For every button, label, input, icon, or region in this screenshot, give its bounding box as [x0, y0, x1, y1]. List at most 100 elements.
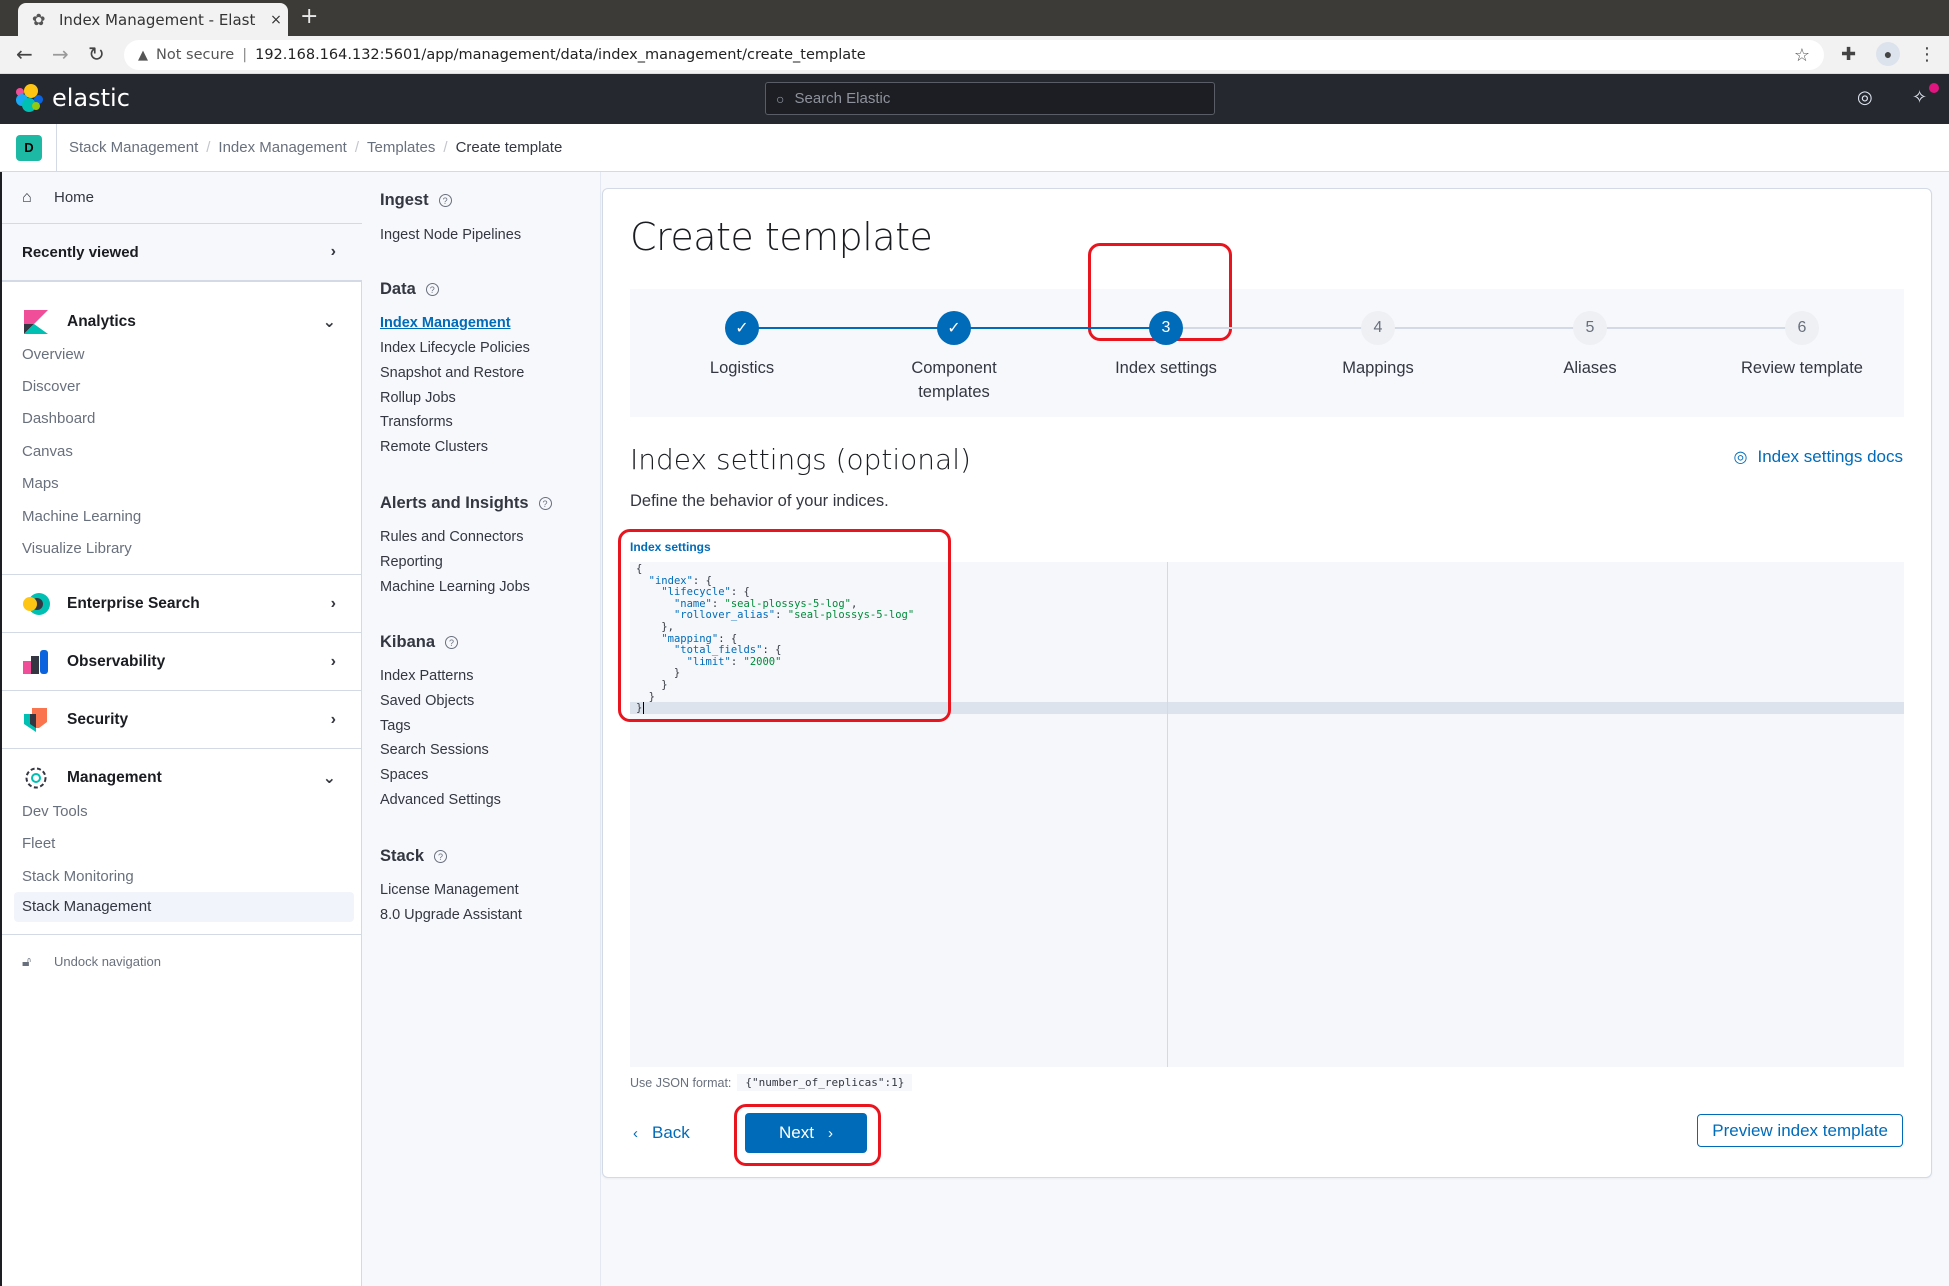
section-title: Alerts and Insights: [380, 494, 529, 512]
extensions-puzzle-icon[interactable]: ✚: [1841, 44, 1856, 65]
elastic-logo[interactable]: elastic: [16, 84, 130, 112]
management-nav-item-advanced-settings[interactable]: Advanced Settings: [380, 792, 501, 808]
breadcrumb-create-template: Create template: [455, 139, 563, 156]
nav-group-observability[interactable]: Observability ›: [2, 633, 362, 690]
nav-group-enterprise-search[interactable]: Enterprise Search ›: [2, 575, 362, 632]
management-nav-item-upgrade-assistant[interactable]: 8.0 Upgrade Assistant: [380, 907, 522, 923]
help-icon[interactable]: ?: [445, 636, 459, 649]
back-arrow-icon[interactable]: ←: [16, 42, 33, 66]
breadcrumb-templates[interactable]: Templates: [367, 139, 435, 156]
nav-item-discover[interactable]: Discover: [22, 378, 80, 395]
nav-observability-label: Observability: [67, 652, 166, 670]
browser-tab[interactable]: ✿ Index Management - Elast ×: [18, 3, 288, 36]
nav-item-visualize-library[interactable]: Visualize Library: [22, 540, 132, 557]
management-nav-item-snapshot-and-restore[interactable]: Snapshot and Restore: [380, 365, 524, 381]
nav-item-maps[interactable]: Maps: [22, 475, 59, 492]
nav-item-overview[interactable]: Overview: [22, 346, 85, 363]
index-settings-docs-link[interactable]: ◎ Index settings docs: [1734, 447, 1904, 467]
step-aliases[interactable]: 5 Aliases: [1490, 311, 1690, 380]
management-nav-item-rules-and-connectors[interactable]: Rules and Connectors: [380, 529, 523, 545]
step-connector: [742, 327, 954, 329]
nav-item-machine-learning[interactable]: Machine Learning: [22, 508, 141, 525]
preview-index-template-button[interactable]: Preview index template: [1697, 1114, 1903, 1147]
nav-item-dashboard[interactable]: Dashboard: [22, 410, 95, 427]
nav-group-analytics[interactable]: Analytics ⌄: [2, 294, 362, 350]
management-nav-item-remote-clusters[interactable]: Remote Clusters: [380, 439, 488, 455]
nav-home[interactable]: ⌂ Home: [2, 172, 362, 224]
help-icon[interactable]: ?: [438, 194, 452, 207]
management-nav-item-transforms[interactable]: Transforms: [380, 414, 453, 430]
nav-group-security[interactable]: Security ›: [2, 691, 362, 748]
breadcrumb-index-management[interactable]: Index Management: [218, 139, 346, 156]
security-shield-icon: [22, 706, 50, 734]
nav-group-management[interactable]: Management ⌄: [2, 749, 362, 806]
management-nav-item-rollup-jobs[interactable]: Rollup Jobs: [380, 390, 456, 406]
bookmark-star-icon[interactable]: ☆: [1794, 45, 1810, 66]
step-review-template[interactable]: 6 Review template: [1702, 311, 1902, 380]
kibana-favicon-icon: ✿: [32, 9, 46, 29]
management-nav-item-tags[interactable]: Tags: [380, 718, 411, 734]
nav-item-canvas[interactable]: Canvas: [22, 443, 73, 460]
help-icon[interactable]: ?: [434, 850, 448, 863]
section-title: Stack: [380, 847, 425, 865]
nav-item-dev-tools[interactable]: Dev Tools: [22, 803, 88, 820]
help-icon[interactable]: ?: [538, 497, 552, 510]
back-button[interactable]: ‹ Back: [633, 1113, 690, 1153]
search-input[interactable]: [794, 90, 1195, 107]
url-bar[interactable]: ▲ Not secure | 192.168.164.132:5601/app/…: [124, 40, 1824, 70]
editor-label: Index settings: [630, 540, 711, 554]
index-settings-code-editor[interactable]: { "index": { "lifecycle": { "name": "sea…: [630, 562, 1904, 1067]
new-tab-button[interactable]: +: [300, 4, 318, 29]
management-nav-item-index-lifecycle-policies[interactable]: Index Lifecycle Policies: [380, 340, 530, 356]
global-search[interactable]: ○: [765, 82, 1215, 115]
help-lifebuoy-icon[interactable]: ◎: [1857, 87, 1873, 108]
undock-navigation-button[interactable]: 🔓︎ Undock navigation: [22, 953, 161, 970]
management-gear-icon: [22, 764, 50, 792]
forward-arrow-icon[interactable]: →: [52, 42, 69, 66]
management-nav-item-ingest-node-pipelines[interactable]: Ingest Node Pipelines: [380, 227, 521, 243]
reload-icon[interactable]: ↻: [88, 42, 105, 66]
step-mappings[interactable]: 4 Mappings: [1278, 311, 1478, 380]
step-component-templates[interactable]: ✓ Component templates: [854, 311, 1054, 404]
editor-content[interactable]: { "index": { "lifecycle": { "name": "sea…: [636, 563, 914, 715]
close-tab-icon[interactable]: ×: [264, 12, 288, 28]
page-title: Create template: [630, 215, 933, 259]
next-button[interactable]: Next ›: [745, 1113, 867, 1153]
next-button-label: Next: [779, 1123, 814, 1142]
management-nav-item-index-management[interactable]: Index Management: [380, 315, 511, 331]
nav-management-label: Management: [67, 768, 162, 786]
nav-item-fleet[interactable]: Fleet: [22, 835, 55, 852]
management-nav-item-saved-objects[interactable]: Saved Objects: [380, 693, 474, 709]
section-description: Define the behavior of your indices.: [630, 492, 889, 510]
management-nav-item-machine-learning-jobs[interactable]: Machine Learning Jobs: [380, 579, 530, 595]
news-feed-icon[interactable]: ✧: [1912, 87, 1927, 108]
browser-tab-title: Index Management - Elast: [59, 10, 256, 29]
create-template-panel: Create template ✓ Logistics ✓ Component …: [602, 188, 1932, 1178]
step-logistics[interactable]: ✓ Logistics: [642, 311, 842, 380]
kibana-analytics-icon: [22, 308, 50, 336]
step-label: Logistics: [709, 359, 775, 377]
step-index-settings[interactable]: 3 Index settings: [1066, 311, 1266, 380]
url-text[interactable]: 192.168.164.132:5601/app/management/data…: [255, 47, 866, 63]
management-nav-item-spaces[interactable]: Spaces: [380, 767, 428, 783]
help-icon[interactable]: ?: [425, 283, 439, 296]
nav-recently-viewed-label: Recently viewed: [22, 243, 139, 261]
management-nav-item-reporting[interactable]: Reporting: [380, 554, 443, 570]
nav-recently-viewed[interactable]: Recently viewed ›: [2, 224, 362, 282]
profile-avatar-icon[interactable]: ●: [1876, 42, 1900, 66]
step-number: 4: [1361, 311, 1395, 345]
nav-item-stack-management[interactable]: Stack Management: [14, 892, 354, 922]
management-nav-section-kibana: Kibana ?: [380, 633, 459, 652]
browser-menu-icon[interactable]: ⋮: [1918, 44, 1936, 65]
section-title: Data: [380, 280, 416, 298]
space-avatar[interactable]: D: [16, 134, 42, 161]
chevron-right-icon: ›: [827, 1124, 833, 1142]
management-nav-item-index-patterns[interactable]: Index Patterns: [380, 668, 474, 684]
browser-tab-bar: ✿ Index Management - Elast × +: [0, 0, 1949, 36]
url-separator: |: [242, 47, 248, 63]
step-number: 5: [1573, 311, 1607, 345]
nav-item-stack-monitoring[interactable]: Stack Monitoring: [22, 868, 134, 885]
management-nav-item-license-management[interactable]: License Management: [380, 882, 519, 898]
breadcrumb-stack-management[interactable]: Stack Management: [69, 139, 198, 156]
management-nav-item-search-sessions[interactable]: Search Sessions: [380, 742, 489, 758]
